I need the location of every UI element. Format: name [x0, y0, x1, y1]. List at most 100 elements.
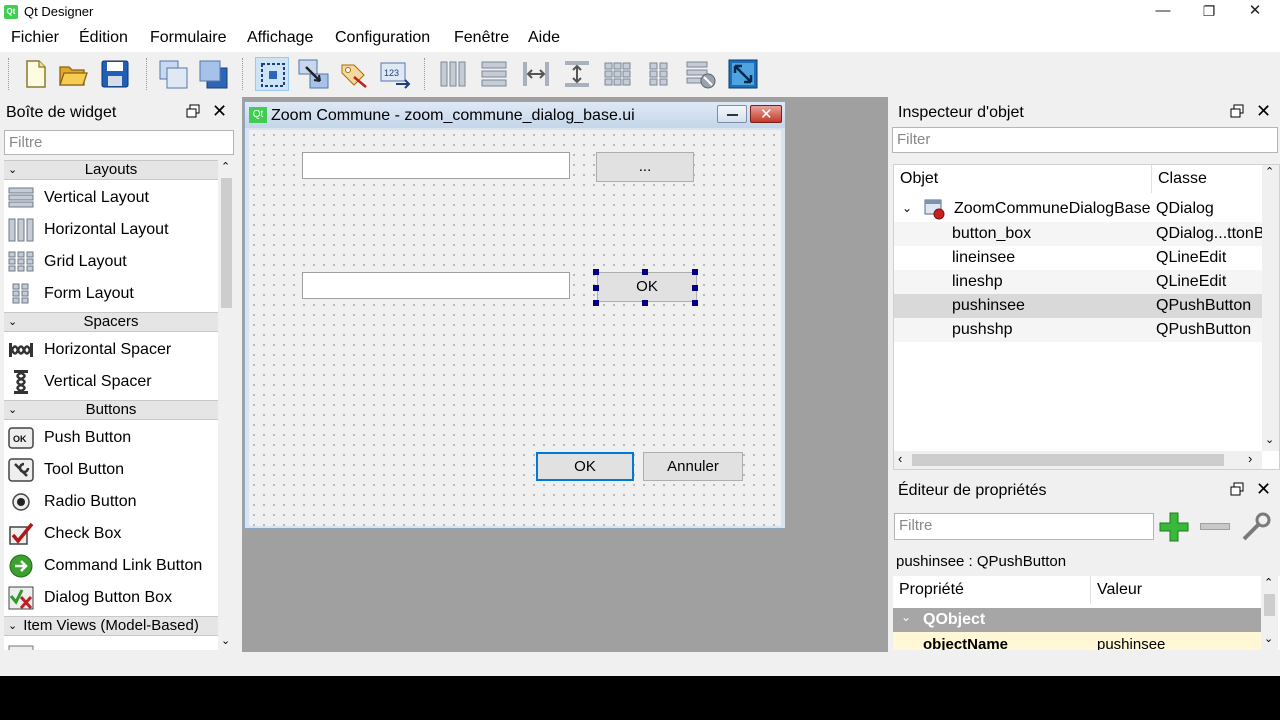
save-icon[interactable] — [98, 57, 132, 91]
category-buttons[interactable]: ⌄ Buttons — [4, 400, 218, 420]
close-panel-icon[interactable]: ✕ — [1256, 479, 1271, 500]
resize-handle[interactable] — [593, 285, 599, 291]
adjust-size-icon[interactable] — [726, 57, 760, 91]
widget-vertical-spacer[interactable]: Vertical Spacer — [4, 366, 218, 398]
widget-grid-layout[interactable]: Grid Layout — [4, 246, 218, 278]
widget-list-view[interactable] — [4, 638, 218, 650]
scroll-up-icon[interactable]: ⌃ — [221, 160, 230, 173]
tree-row[interactable]: lineshp QLineEdit — [894, 270, 1262, 294]
float-panel-icon[interactable] — [1230, 482, 1244, 496]
remove-property-icon[interactable] — [1200, 523, 1230, 530]
browse-button[interactable]: ... — [596, 152, 694, 182]
tree-row[interactable]: button_box QDialog...ttonB — [894, 222, 1265, 246]
menu-aide[interactable]: Aide — [528, 29, 560, 47]
layout-vertical-splitter-icon[interactable] — [560, 57, 594, 91]
widget-form-layout[interactable]: Form Layout — [4, 278, 218, 310]
widget-horizontal-spacer[interactable]: Horizontal Spacer — [4, 334, 218, 366]
add-dynamic-property-icon[interactable] — [1158, 511, 1190, 543]
tree-row[interactable]: lineinsee QLineEdit — [894, 246, 1262, 270]
form-close-icon[interactable]: ✕ — [750, 105, 782, 123]
scroll-down-icon[interactable]: ⌄ — [221, 634, 230, 647]
scrollbar-thumb[interactable] — [912, 454, 1224, 466]
scroll-up-icon[interactable]: ⌃ — [1264, 576, 1273, 589]
lineinsee-input[interactable] — [302, 152, 570, 179]
column-header-value[interactable]: Valeur — [1091, 576, 1261, 604]
object-tree-hscroll[interactable]: ‹ › — [894, 451, 1262, 469]
tree-row[interactable]: pushshp QPushButton — [894, 318, 1262, 342]
edit-tab-order-icon[interactable]: 123 — [378, 57, 412, 91]
resize-handle[interactable] — [593, 269, 599, 275]
layout-vertical-icon[interactable] — [477, 57, 511, 91]
object-tree-vscroll[interactable]: ⌃ ⌄ — [1262, 165, 1279, 451]
widget-horizontal-layout[interactable]: Horizontal Layout — [4, 214, 218, 246]
chevron-down-icon[interactable]: ⌄ — [902, 201, 912, 215]
resize-handle[interactable] — [692, 269, 698, 275]
layout-horizontal-splitter-icon[interactable] — [519, 57, 553, 91]
menu-edition[interactable]: Édition — [79, 29, 128, 47]
edit-buddies-icon[interactable] — [336, 57, 370, 91]
break-layout-icon[interactable] — [684, 57, 718, 91]
menu-fenetre[interactable]: Fenêtre — [454, 29, 509, 47]
layout-horizontal-icon[interactable] — [436, 57, 470, 91]
widget-filter-input[interactable]: Filtre — [4, 130, 234, 155]
category-spacers[interactable]: ⌄ Spacers — [4, 312, 218, 332]
layout-form-icon[interactable] — [642, 57, 676, 91]
restore-icon[interactable]: ❐ — [1186, 0, 1232, 24]
category-item-views[interactable]: ⌄ Item Views (Model-Based) — [4, 616, 218, 636]
property-row[interactable]: objectName pushinsee — [893, 632, 1261, 650]
scroll-down-icon[interactable]: ⌄ — [1264, 632, 1273, 645]
column-header-class[interactable]: Classe — [1152, 165, 1262, 193]
bring-to-front-icon[interactable] — [156, 57, 190, 91]
scroll-down-icon[interactable]: ⌄ — [1265, 433, 1274, 446]
scroll-right-icon[interactable]: › — [1248, 451, 1252, 466]
minimize-icon[interactable]: — — [1140, 0, 1186, 24]
menu-fichier[interactable]: Fichier — [11, 29, 59, 47]
edit-widgets-icon[interactable] — [255, 57, 289, 91]
resize-handle[interactable] — [692, 285, 698, 291]
layout-grid-icon[interactable] — [601, 57, 635, 91]
edit-signals-slots-icon[interactable] — [296, 57, 330, 91]
widget-dialog-button-box[interactable]: Dialog Button Box — [4, 582, 218, 614]
resize-handle[interactable] — [642, 300, 648, 306]
new-file-icon[interactable] — [18, 57, 52, 91]
menu-formulaire[interactable]: Formulaire — [150, 29, 226, 47]
property-group-qobject[interactable]: ⌄ QObject — [893, 608, 1261, 632]
widget-list-scrollbar[interactable]: ⌃ ⌄ — [218, 160, 235, 650]
resize-handle[interactable] — [642, 269, 648, 275]
scrollbar-thumb[interactable] — [1264, 594, 1275, 616]
category-layouts[interactable]: ⌄ Layouts — [4, 160, 218, 180]
scrollbar-thumb[interactable] — [221, 178, 232, 308]
ok-button[interactable]: OK — [536, 452, 634, 481]
scroll-left-icon[interactable]: ‹ — [898, 451, 902, 466]
widget-radio-button[interactable]: Radio Button — [4, 486, 218, 518]
property-table-scrollbar[interactable]: ⌃ ⌄ — [1261, 576, 1278, 650]
scroll-up-icon[interactable]: ⌃ — [1265, 165, 1274, 178]
column-header-property[interactable]: Propriété — [893, 576, 1091, 604]
property-filter-input[interactable]: Filtre — [894, 513, 1154, 540]
lineshp-input[interactable] — [302, 272, 570, 299]
menu-affichage[interactable]: Affichage — [247, 29, 313, 47]
cancel-button[interactable]: Annuler — [643, 452, 743, 481]
float-panel-icon[interactable] — [1230, 104, 1244, 118]
close-panel-icon[interactable]: ✕ — [212, 101, 227, 122]
resize-handle[interactable] — [692, 300, 698, 306]
configure-wrench-icon[interactable] — [1240, 511, 1272, 543]
open-folder-icon[interactable] — [56, 57, 90, 91]
send-to-back-icon[interactable] — [196, 57, 230, 91]
widget-check-box[interactable]: Check Box — [4, 518, 218, 550]
close-panel-icon[interactable]: ✕ — [1256, 101, 1271, 122]
widget-vertical-layout[interactable]: Vertical Layout — [4, 182, 218, 214]
widget-command-link-button[interactable]: Command Link Button — [4, 550, 218, 582]
close-icon[interactable]: ✕ — [1232, 0, 1278, 24]
form-minimize-icon[interactable] — [717, 105, 747, 123]
float-panel-icon[interactable] — [186, 104, 200, 118]
form-canvas[interactable]: ... OK OK Annuler — [249, 130, 781, 526]
column-header-object[interactable]: Objet — [894, 165, 1152, 193]
pushinsee-button[interactable]: OK — [597, 272, 697, 302]
menu-configuration[interactable]: Configuration — [335, 29, 430, 47]
resize-handle[interactable] — [593, 300, 599, 306]
tree-row-root[interactable]: ⌄ ZoomCommuneDialogBase QDialog — [894, 197, 1262, 221]
widget-tool-button[interactable]: Tool Button — [4, 454, 218, 486]
object-filter-input[interactable]: Filter — [892, 127, 1278, 153]
tree-row-selected[interactable]: pushinsee QPushButton — [894, 294, 1262, 318]
